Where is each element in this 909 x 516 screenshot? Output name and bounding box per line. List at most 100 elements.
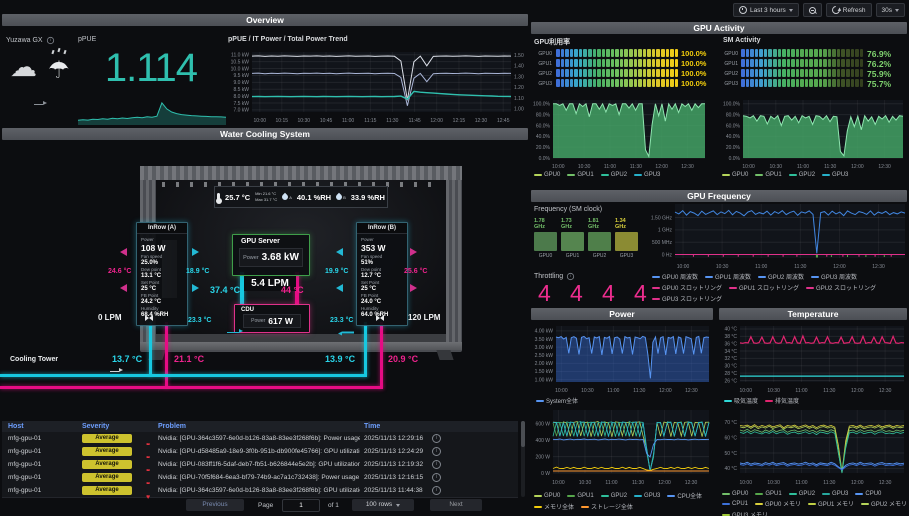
legend-item[interactable]: GPU1 スロットリング bbox=[729, 283, 799, 292]
legend-item[interactable]: GPU2 周波数 bbox=[758, 272, 804, 281]
frequency-tile[interactable]: 1.78 GHzGPU0 bbox=[534, 218, 557, 259]
sm-strip-gpu0 bbox=[741, 49, 863, 57]
scrollbar-thumb[interactable] bbox=[521, 421, 525, 447]
legend-item[interactable]: GPU3 bbox=[634, 172, 660, 178]
trend-chart[interactable]: 7.0 kW7.5 kW8.0 kW8.5 kW9.0 kW9.5 kW10.0… bbox=[226, 48, 528, 124]
legend-item[interactable]: CPU1 bbox=[722, 501, 748, 507]
legend-swatch bbox=[567, 495, 575, 497]
time-range-picker[interactable]: Last 3 hours bbox=[733, 3, 799, 17]
table-row[interactable]: mfg-gpu-01 Average Nvidia: [GPU-364c3597… bbox=[2, 432, 518, 446]
power-chart[interactable]: 1.00 kW1.50 kW2.00 kW2.50 kW3.00 kW3.50 … bbox=[531, 322, 712, 394]
col-header-severity[interactable]: Severity bbox=[82, 423, 109, 430]
legend-item[interactable]: CPU全体 bbox=[667, 491, 702, 500]
legend-item[interactable]: GPU1 メモリ bbox=[808, 499, 854, 508]
cooling-title: Water Cooling System bbox=[220, 129, 310, 139]
util-chart[interactable]: 0.0%20.0%40.0%60.0%80.0%100.0%10:0010:30… bbox=[531, 96, 709, 170]
sm-chart[interactable]: 0.0%20.0%40.0%60.0%80.0%100.0%10:0010:30… bbox=[719, 96, 907, 170]
component-power-chart[interactable]: 0 W200 W400 W600 W10:0010:3011:0011:3012… bbox=[531, 406, 712, 486]
previous-page-button[interactable]: Previous bbox=[186, 499, 244, 511]
frequency-tile[interactable]: 1.81 GHzGPU2 bbox=[588, 218, 611, 259]
cell-problem[interactable]: Nvidia: [GPU-364c3597-6e0d-b126-83a8-83e… bbox=[158, 435, 360, 442]
table-row[interactable]: mfg-gpu-01 Average Nvidia: [GPU-70f5f684… bbox=[2, 471, 518, 485]
col-header-problem[interactable]: Problem bbox=[158, 423, 186, 430]
legend-item[interactable]: GPU0 メモリ bbox=[755, 499, 801, 508]
refresh-button[interactable]: Refresh bbox=[826, 3, 872, 17]
umbrella-weather-icon bbox=[48, 56, 70, 85]
zoom-out-button[interactable] bbox=[803, 3, 822, 17]
heat-cell bbox=[800, 59, 804, 67]
legend-item[interactable]: GPU2 メモリ bbox=[861, 499, 907, 508]
frequency-tile[interactable]: 1.73 GHzGPU1 bbox=[561, 218, 584, 259]
page-number-input[interactable]: 1 bbox=[282, 499, 320, 512]
refresh-icon bbox=[830, 4, 841, 15]
col-header-time[interactable]: Time bbox=[364, 423, 380, 430]
legend-label: GPU1 メモリ bbox=[818, 499, 854, 508]
field-label: Dew point bbox=[361, 267, 403, 272]
cold-air-arrow bbox=[192, 248, 199, 256]
legend-item[interactable]: GPU1 bbox=[567, 493, 593, 499]
legend-item[interactable]: CPU0 bbox=[855, 491, 881, 497]
legend-item[interactable]: GPU3 bbox=[634, 493, 660, 499]
cooling-panel-header[interactable]: Water Cooling System bbox=[2, 128, 528, 140]
legend-item[interactable]: GPU2 bbox=[789, 172, 815, 178]
legend-item[interactable]: GPU1 bbox=[755, 172, 781, 178]
legend-item[interactable]: 吸気温度 bbox=[724, 396, 758, 405]
legend-item[interactable]: GPU2 スロットリング bbox=[806, 283, 876, 292]
legend-item[interactable]: GPU0 bbox=[722, 491, 748, 497]
table-scrollbar[interactable] bbox=[521, 421, 525, 497]
legend-item[interactable]: GPU0 スロットリング bbox=[652, 283, 722, 292]
legend-item[interactable]: GPU3 周波数 bbox=[811, 272, 857, 281]
legend-item[interactable]: GPU3 bbox=[822, 172, 848, 178]
table-row[interactable]: mfg-gpu-01 Average Nvidia: [GPU-083ff1f6… bbox=[2, 458, 518, 472]
legend-item[interactable]: GPU3 スロットリング bbox=[652, 294, 722, 303]
legend-item[interactable]: GPU0 bbox=[722, 172, 748, 178]
overview-panel-header[interactable]: Overview bbox=[2, 14, 528, 26]
cell-problem[interactable]: Nvidia: [GPU-083ff1f6-5daf-deb7-fb51-b62… bbox=[158, 461, 360, 468]
table-row[interactable]: mfg-gpu-01 Average Nvidia: [GPU-364c3597… bbox=[2, 484, 518, 498]
rows-per-page-select[interactable]: 100 rows bbox=[352, 499, 414, 511]
heat-cell bbox=[768, 59, 772, 67]
legend-item[interactable]: 排気温度 bbox=[765, 396, 799, 405]
heat-cell bbox=[787, 59, 791, 67]
frequency-tile[interactable]: 1.34 GHzGPU3 bbox=[615, 218, 638, 259]
cell-problem[interactable]: Nvidia: [GPU-d58485a9-18e9-3f0b-951b-db9… bbox=[158, 448, 360, 455]
heat-cell bbox=[670, 69, 674, 77]
info-icon[interactable] bbox=[432, 460, 441, 469]
legend-item[interactable]: GPU0 周波数 bbox=[652, 272, 698, 281]
info-icon[interactable] bbox=[432, 434, 441, 443]
table-row[interactable]: mfg-gpu-01 Average Nvidia: [GPU-d58485a9… bbox=[2, 445, 518, 459]
legend-item[interactable]: メモリ全体 bbox=[534, 502, 574, 511]
info-icon[interactable] bbox=[432, 473, 441, 482]
legend-item[interactable]: GPU2 bbox=[601, 493, 627, 499]
col-header-host[interactable]: Host bbox=[8, 423, 24, 430]
cell-problem[interactable]: Nvidia: [GPU-70f5f684-6ea3-bf79-74b9-ac7… bbox=[158, 474, 360, 481]
legend-item[interactable]: System全体 bbox=[536, 396, 578, 405]
power-panel-header[interactable]: Power bbox=[531, 308, 713, 320]
legend-item[interactable]: GPU0 bbox=[534, 493, 560, 499]
legend-item[interactable]: GPU2 bbox=[601, 172, 627, 178]
cell-problem[interactable]: Nvidia: [GPU-364c3597-6e0d-b126-83a8-83e… bbox=[158, 487, 360, 494]
info-icon[interactable] bbox=[432, 447, 441, 456]
gpu-temperature-chart[interactable]: 40 °C50 °C60 °C70 °C10:0010:3011:0011:30… bbox=[719, 406, 907, 486]
temperature-panel-header[interactable]: Temperature bbox=[719, 308, 907, 320]
legend-item[interactable]: GPU1 周波数 bbox=[705, 272, 751, 281]
legend-item[interactable]: ストレージ全体 bbox=[581, 502, 633, 511]
legend-item[interactable]: GPU2 bbox=[789, 491, 815, 497]
legend-label: GPU1 bbox=[765, 491, 781, 497]
gpu-activity-panel-header[interactable]: GPU Activity bbox=[531, 22, 907, 34]
legend-item[interactable]: GPU1 bbox=[567, 172, 593, 178]
legend-item[interactable]: GPU3 bbox=[822, 491, 848, 497]
legend-item[interactable]: GPU0 bbox=[534, 172, 560, 178]
room-temp-max: Max 31.7 °C bbox=[255, 198, 277, 203]
temperature-chart[interactable]: 26 °C28 °C30 °C32 °C34 °C36 °C38 °C40 °C… bbox=[719, 322, 907, 394]
legend-item[interactable]: GPU3 メモリ bbox=[722, 510, 768, 516]
heat-cell bbox=[800, 69, 804, 77]
legend-item[interactable]: GPU1 bbox=[755, 491, 781, 497]
info-icon[interactable] bbox=[46, 37, 53, 44]
info-icon[interactable] bbox=[432, 486, 441, 495]
legend-swatch bbox=[765, 400, 773, 402]
frequency-chart[interactable]: 0 Hz500 MHz1 GHz1.50 GHz10:0010:3011:001… bbox=[648, 200, 907, 270]
field-value: 353 W bbox=[361, 243, 403, 253]
next-page-button[interactable]: Next bbox=[430, 499, 482, 511]
refresh-interval-select[interactable]: 30s bbox=[876, 3, 905, 17]
